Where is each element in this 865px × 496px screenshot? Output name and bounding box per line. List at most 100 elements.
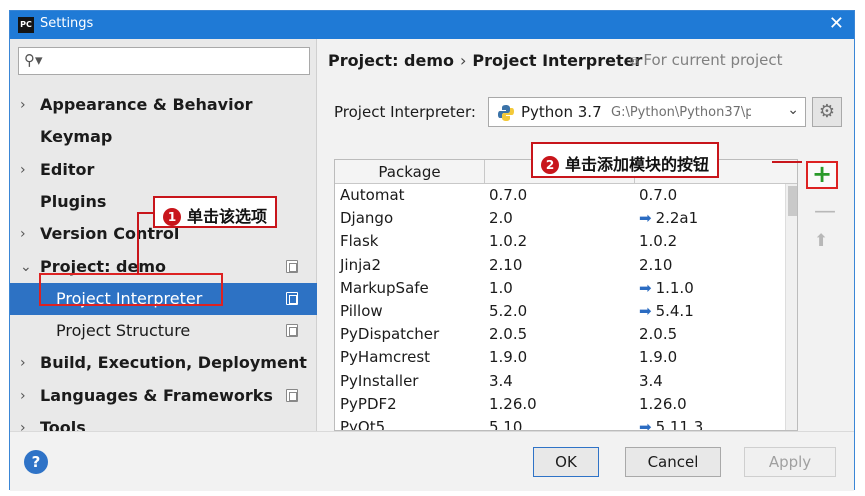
sidebar-item[interactable]: › Languages & Frameworks: [10, 380, 317, 412]
chevron-right-icon[interactable]: ›: [20, 154, 26, 186]
pycharm-icon: PC: [18, 17, 34, 33]
chevron-right-icon[interactable]: ›: [20, 380, 26, 412]
table-row[interactable]: MarkupSafe 1.0 ➡ 1.1.0: [335, 277, 785, 300]
chevron-right-icon[interactable]: ›: [20, 347, 26, 379]
scope-label: ⧉ For current project: [630, 51, 783, 69]
breadcrumb-separator: ›: [460, 51, 467, 70]
package-latest-version: 2.0.5: [639, 325, 678, 344]
scope-text: For current project: [643, 51, 783, 69]
package-name: MarkupSafe: [340, 278, 429, 297]
callout-number-2: 2: [541, 156, 559, 174]
package-name: PyHamcrest: [340, 348, 431, 367]
chevron-down-icon: ⌄: [787, 102, 799, 118]
project-scope-icon: [286, 388, 298, 402]
package-version: 5.2.0: [489, 302, 528, 320]
add-package-button[interactable]: +: [806, 161, 838, 189]
interpreter-dropdown[interactable]: Python 3.7 G:\Python\Python37\py ⌄: [488, 97, 806, 127]
table-row[interactable]: Django 2.0 ➡ 2.2a1: [335, 207, 785, 230]
package-latest-version: 1.0.2: [639, 232, 678, 251]
interpreter-name: Python 3.7: [521, 103, 602, 121]
package-name: Automat: [340, 186, 405, 204]
package-latest: 1.9.0: [639, 346, 677, 369]
callout-step-1: 1 单击该选项: [153, 196, 278, 228]
column-header-package[interactable]: Package: [335, 160, 485, 184]
package-name: PyInstaller: [340, 371, 419, 390]
upgrade-package-button[interactable]: ⬆: [814, 231, 828, 251]
callout-1-leader: [138, 212, 154, 214]
package-version: 1.26.0: [489, 394, 537, 413]
help-icon[interactable]: ?: [24, 450, 48, 474]
settings-sidebar: ⚲▾ › Appearance & Behavior Keymap › Editor Pl…: [10, 39, 317, 437]
table-row[interactable]: Pillow 5.2.0 ➡ 5.4.1: [335, 300, 785, 323]
selection-highlight-box: [39, 273, 223, 306]
sidebar-item-label: Keymap: [40, 127, 113, 147]
python-icon: [498, 105, 514, 121]
package-latest: 3.4: [639, 370, 663, 393]
callout-number-1: 1: [163, 208, 181, 226]
breadcrumb-page: Project Interpreter: [472, 51, 643, 70]
interpreter-path: G:\Python\Python37\py: [611, 105, 751, 120]
sidebar-item-label: Editor: [40, 159, 95, 179]
package-name: PyQt5: [340, 418, 386, 431]
sidebar-item-label: Languages & Frameworks: [40, 385, 273, 405]
sidebar-item[interactable]: Keymap: [10, 121, 317, 153]
package-version: 3.4: [489, 371, 513, 390]
table-row[interactable]: PyDispatcher 2.0.5 2.0.5: [335, 323, 785, 346]
package-latest: 1.0.2: [639, 230, 677, 253]
callout-step-2: 2 单击添加模块的按钮: [531, 142, 720, 178]
sidebar-item[interactable]: › Editor: [10, 154, 317, 186]
package-latest-version: 1.9.0: [639, 348, 678, 367]
package-latest: ➡ 2.2a1: [639, 207, 698, 230]
table-row[interactable]: Flask 1.0.2 1.0.2: [335, 230, 785, 253]
chevron-down-icon[interactable]: ⌄: [20, 251, 32, 283]
package-version: 5.10: [489, 418, 523, 431]
sidebar-item-label: Project Structure: [56, 321, 191, 341]
sidebar-item-label: Build, Execution, Deployment: [40, 353, 307, 373]
chevron-right-icon[interactable]: ›: [20, 218, 26, 250]
close-icon[interactable]: ✕: [829, 13, 844, 34]
search-icon: ⚲▾: [24, 51, 43, 69]
table-row[interactable]: Jinja2 2.10 2.10: [335, 254, 785, 277]
package-latest-version: 1.1.0: [655, 278, 694, 297]
ok-button[interactable]: OK: [533, 447, 599, 477]
remove-package-button[interactable]: —: [814, 199, 836, 224]
package-version: 0.7.0: [489, 186, 528, 204]
callout-text-1: 单击该选项: [187, 207, 268, 226]
search-input[interactable]: ⚲▾: [18, 47, 310, 75]
table-scrollbar[interactable]: [785, 184, 797, 430]
table-row[interactable]: PyHamcrest 1.9.0 1.9.0: [335, 346, 785, 369]
sidebar-item[interactable]: › Build, Execution, Deployment: [10, 347, 317, 379]
package-version: 1.0: [489, 278, 513, 297]
package-latest: 2.10: [639, 254, 672, 277]
table-row[interactable]: PyPDF2 1.26.0 1.26.0: [335, 393, 785, 416]
table-row[interactable]: Automat 0.7.0 0.7.0: [335, 184, 785, 207]
sidebar-item[interactable]: › Appearance & Behavior: [10, 89, 317, 121]
package-name: PyDispatcher: [340, 325, 440, 344]
package-latest: 0.7.0: [639, 184, 677, 207]
upgrade-arrow-icon: ➡: [639, 418, 652, 431]
settings-content: Project: demo › Project Interpreter ⧉ For …: [318, 39, 854, 431]
project-scope-icon: [286, 259, 298, 273]
callout-1-leader-vertical: [137, 212, 139, 274]
sidebar-item[interactable]: Project Structure: [10, 315, 317, 347]
apply-button[interactable]: Apply: [744, 447, 836, 477]
package-name: Pillow: [340, 302, 383, 320]
package-latest: ➡ 5.4.1: [639, 300, 694, 323]
table-row[interactable]: PyQt5 5.10 ➡ 5.11.3: [335, 416, 785, 431]
gear-icon[interactable]: ⚙: [812, 97, 842, 127]
scrollbar-thumb[interactable]: [788, 186, 797, 216]
package-version: 2.0.5: [489, 325, 528, 344]
breadcrumb: Project: demo › Project Interpreter: [328, 51, 642, 70]
callout-text-2: 单击添加模块的按钮: [565, 155, 710, 174]
package-version: 1.9.0: [489, 348, 528, 367]
cancel-button[interactable]: Cancel: [625, 447, 721, 477]
package-version: 1.0.2: [489, 232, 528, 251]
table-row[interactable]: PyInstaller 3.4 3.4: [335, 370, 785, 393]
chevron-right-icon[interactable]: ›: [20, 89, 26, 121]
project-scope-icon: [286, 291, 298, 305]
package-latest: 2.0.5: [639, 323, 677, 346]
callout-2-leader: [772, 161, 802, 163]
breadcrumb-project[interactable]: Project: demo: [328, 51, 454, 70]
package-latest-version: 3.4: [639, 371, 663, 390]
settings-window: PC Settings ✕ ⚲▾ › Appearance & Behavior K…: [9, 10, 855, 491]
